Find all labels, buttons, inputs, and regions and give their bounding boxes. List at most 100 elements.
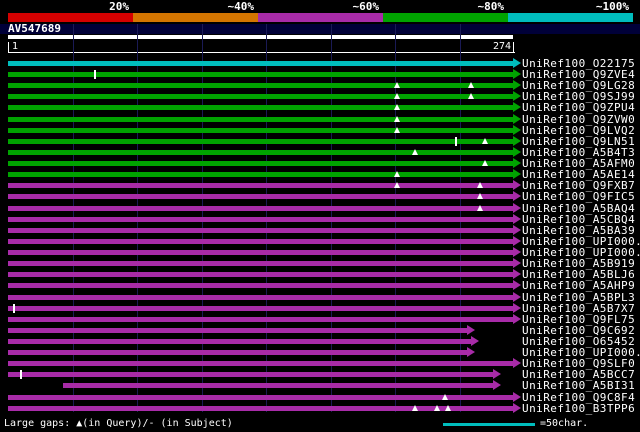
- alignment-bar[interactable]: [8, 128, 513, 133]
- alignment-bar-arrowhead: [513, 180, 521, 190]
- alignment-bar[interactable]: [8, 105, 513, 110]
- alignment-bar-arrowhead: [513, 147, 521, 157]
- scale-label: =50char.: [540, 418, 589, 429]
- color-key-labels: 20% ~40% ~60% ~80% ~100%: [8, 1, 633, 12]
- gap-in-query-marker: [393, 127, 400, 133]
- gap-in-query-marker: [393, 82, 400, 88]
- gap-in-query-marker: [441, 394, 448, 400]
- gap-in-query-marker: [434, 405, 441, 411]
- alignment-plot: UniRef100_O22175 UniRef100_Q9ZVE4 UniRef10…: [0, 58, 640, 414]
- alignment-bar[interactable]: [8, 395, 513, 400]
- alignment-bar[interactable]: [8, 217, 513, 222]
- alignment-bar[interactable]: [8, 295, 513, 300]
- key-label: ~100%: [595, 0, 629, 13]
- gap-in-query-marker: [476, 205, 483, 211]
- subject-label[interactable]: UniRef100_Q9ZPU4: [522, 102, 635, 113]
- alignment-bar[interactable]: [8, 272, 513, 277]
- gap-in-query-marker: [393, 116, 400, 122]
- key-label: ~60%: [352, 0, 380, 13]
- subject-label[interactable]: UniRef100_B3TPP6: [522, 403, 635, 414]
- alignment-bar[interactable]: [8, 317, 513, 322]
- alignment-bar-arrowhead: [513, 292, 521, 302]
- alignment-bar[interactable]: [8, 261, 513, 266]
- alignment-bar[interactable]: [8, 283, 513, 288]
- alignment-bar-arrowhead: [513, 303, 521, 313]
- alignment-bar[interactable]: [8, 61, 513, 66]
- alignment-bar-arrowhead: [513, 125, 521, 135]
- gap-in-query-marker: [467, 93, 474, 99]
- alignment-bar-arrowhead: [513, 258, 521, 268]
- alignment-row: UniRef100_A5AHP9: [0, 280, 640, 291]
- ruler-start-label: 1: [12, 41, 19, 52]
- alignment-bar-arrowhead: [513, 169, 521, 179]
- alignment-bar[interactable]: [8, 239, 513, 244]
- alignment-bar[interactable]: [63, 383, 493, 388]
- alignment-bar[interactable]: [8, 150, 513, 155]
- query-header-strip: [0, 24, 640, 34]
- alignment-bar[interactable]: [8, 350, 467, 355]
- alignment-bar-arrowhead: [513, 203, 521, 213]
- key-segment-green: [383, 13, 508, 22]
- query-name: AV547689: [8, 22, 61, 35]
- color-key-bar: [8, 13, 633, 22]
- alignment-bar-arrowhead: [466, 325, 475, 335]
- alignment-bar[interactable]: [8, 372, 493, 377]
- alignment-row: UniRef100_A5BI31: [0, 380, 640, 391]
- alignment-bar-arrowhead: [513, 403, 521, 413]
- alignment-bar[interactable]: [8, 183, 513, 188]
- alignment-bar-arrowhead: [513, 236, 521, 246]
- alignment-bar-arrowhead: [513, 58, 521, 68]
- gap-in-subject-marker: [93, 70, 96, 79]
- key-label: ~80%: [477, 0, 505, 13]
- subject-label[interactable]: UniRef100_Q9FIC5: [522, 191, 635, 202]
- alignment-bar[interactable]: [8, 328, 467, 333]
- gap-in-query-marker: [476, 182, 483, 188]
- key-label: ~40%: [227, 0, 255, 13]
- alignment-row: UniRef100_B3TPP6: [0, 403, 640, 414]
- ruler-line: [8, 52, 515, 53]
- alignment-bar-arrowhead: [513, 392, 521, 402]
- large-gaps-legend: Large gaps: ▲(in Query)/- (in Subject): [4, 418, 233, 429]
- alignment-bar-arrowhead: [513, 214, 521, 224]
- gap-in-query-marker: [476, 193, 483, 199]
- alignment-bar-arrowhead: [513, 225, 521, 235]
- alignment-bar[interactable]: [8, 94, 513, 99]
- alignment-bar-arrowhead: [513, 114, 521, 124]
- alignment-bar[interactable]: [8, 250, 513, 255]
- gap-in-subject-marker: [12, 304, 15, 313]
- alignment-bar[interactable]: [8, 339, 471, 344]
- alignment-bar[interactable]: [8, 194, 513, 199]
- alignment-bar-arrowhead: [466, 347, 475, 357]
- alignment-bar[interactable]: [8, 172, 513, 177]
- alignment-row: UniRef100_Q9ZPU4: [0, 102, 640, 113]
- subject-label[interactable]: UniRef100_A5BI31: [522, 380, 635, 391]
- alignment-bar[interactable]: [8, 306, 513, 311]
- gap-in-query-marker: [467, 82, 474, 88]
- key-segment-orange: [133, 13, 258, 22]
- alignment-bar-arrowhead: [513, 158, 521, 168]
- gap-in-query-marker: [393, 171, 400, 177]
- key-segment-red: [8, 13, 133, 22]
- gap-in-query-marker: [393, 182, 400, 188]
- alignment-bar-arrowhead: [470, 336, 479, 346]
- subject-label[interactable]: UniRef100_A5AHP9: [522, 280, 635, 291]
- gap-in-subject-marker: [454, 137, 457, 146]
- alignment-bar[interactable]: [8, 83, 513, 88]
- gap-in-query-marker: [412, 405, 419, 411]
- alignment-bar[interactable]: [8, 117, 513, 122]
- alignment-bar[interactable]: [8, 228, 513, 233]
- gap-in-query-marker: [412, 149, 419, 155]
- query-bar: [8, 35, 513, 39]
- similarity-overview-screen: 20% ~40% ~60% ~80% ~100% AV547689 1 274 UniR…: [0, 0, 640, 432]
- alignment-bar-arrowhead: [513, 91, 521, 101]
- alignment-bar[interactable]: [8, 139, 513, 144]
- alignment-bar[interactable]: [8, 206, 513, 211]
- alignment-bar[interactable]: [8, 72, 513, 77]
- alignment-bar[interactable]: [8, 161, 513, 166]
- gap-in-query-marker: [482, 138, 489, 144]
- gap-in-query-marker: [445, 405, 452, 411]
- alignment-bar[interactable]: [8, 361, 513, 366]
- scale-line: [443, 423, 535, 426]
- alignment-bar-arrowhead: [513, 358, 521, 368]
- gap-in-query-marker: [393, 104, 400, 110]
